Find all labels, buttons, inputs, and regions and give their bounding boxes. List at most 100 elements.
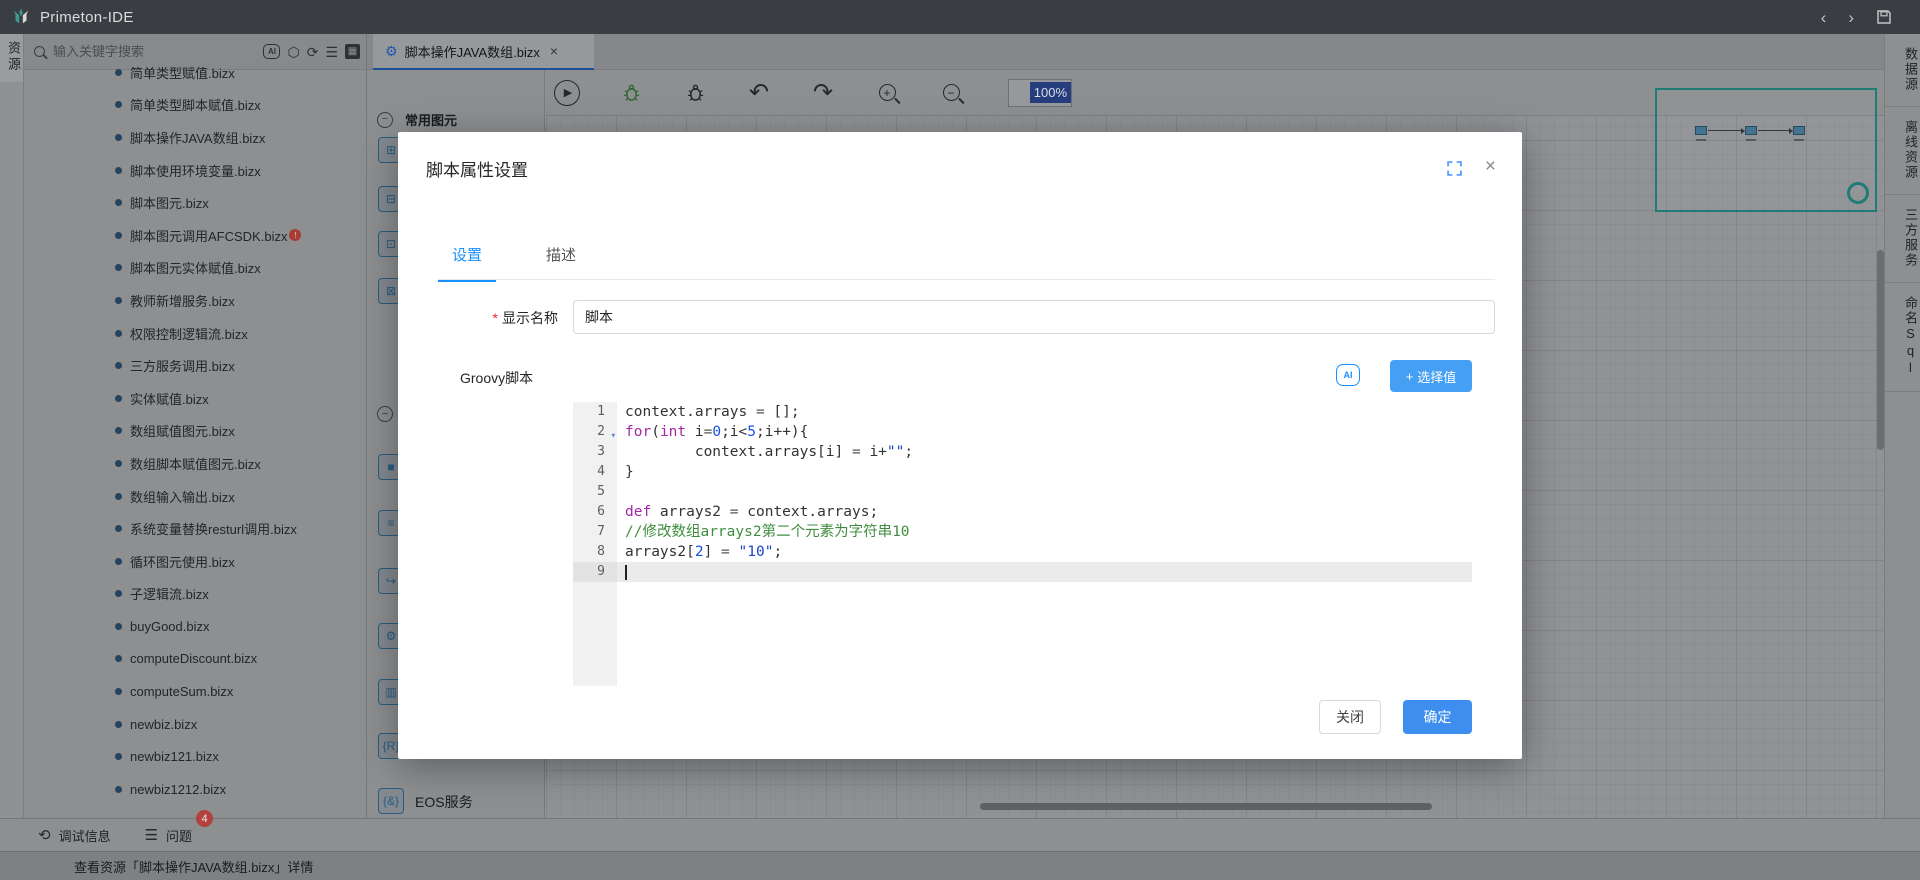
bullet-icon <box>115 231 122 239</box>
list-item[interactable]: 权限控制逻辑流.bizx <box>24 317 366 350</box>
list-item[interactable]: 脚本图元实体赋值.bizx <box>24 252 366 285</box>
list-item[interactable]: 系统变量替换resturl调用.bizx <box>24 512 366 545</box>
display-name-input[interactable] <box>573 300 1495 334</box>
code-text: for(int i=0;i<5;i++){ <box>617 422 1472 442</box>
list-item[interactable]: 简单类型脚本赋值.bizx <box>24 89 366 122</box>
list-item[interactable]: 数组赋值图元.bizx <box>24 415 366 448</box>
bullet-icon <box>115 655 122 663</box>
debug-info-button[interactable]: ⟲ 调试信息 <box>38 826 111 845</box>
code-text: def arrays2 = context.arrays; <box>617 502 1472 522</box>
required-mark: * <box>492 310 498 326</box>
left-rail: 资源 <box>0 34 24 818</box>
debug-run-icon[interactable] <box>618 80 644 106</box>
tab-script-java-array[interactable]: ⚙ 脚本操作JAVA数组.bizx × <box>373 34 594 70</box>
right-rail: 数据源 离线资源三方服务命名Sql <box>1884 34 1920 818</box>
list-item-label: newbiz121.bizx <box>130 749 219 765</box>
select-value-button[interactable]: + 选择值 <box>1390 360 1472 392</box>
tab-gear-icon: ⚙ <box>385 42 398 59</box>
code-line-6[interactable]: 6 def arrays2 = context.arrays; <box>573 502 1472 522</box>
bullet-icon <box>115 492 122 500</box>
display-name-label: 显示名称 <box>502 310 558 326</box>
right-rail-item-1[interactable]: 数据源 <box>1885 34 1920 107</box>
list-item[interactable]: 子逻辑流.bizx <box>24 578 366 611</box>
list-item[interactable]: newbiz121.bizx <box>24 740 366 773</box>
list-item[interactable]: 脚本操作JAVA数组.bizx <box>24 121 366 154</box>
right-rail-item-4[interactable]: 命名Sql <box>1885 283 1920 392</box>
right-rail-item-label: 三方服务 <box>1903 208 1918 268</box>
code-line-9[interactable]: 9 <box>573 562 1472 582</box>
dialog-title: 脚本属性设置 <box>426 161 528 180</box>
palette-tile-eos[interactable]: {&} <box>378 788 404 814</box>
rail-tab-resources[interactable]: 资源 <box>0 34 23 82</box>
status-text: 查看资源「脚本操作JAVA数组.bizx」详情 <box>74 859 314 875</box>
list-item-label: 循环图元使用.bizx <box>130 554 235 570</box>
undo-icon[interactable]: ↶ <box>746 79 772 106</box>
right-rail-item-label: 命名Sql <box>1903 296 1918 377</box>
line-number: 6 <box>573 502 617 522</box>
list-item[interactable]: 简单类型赋值.bizx <box>24 56 366 89</box>
list-item[interactable]: 实体赋值.bizx <box>24 382 366 415</box>
list-item-label: 数组脚本赋值图元.bizx <box>130 456 261 472</box>
bullet-icon <box>115 427 122 435</box>
problems-button[interactable]: ☰ 问题 <box>145 826 192 845</box>
list-item[interactable]: 脚本图元.bizx <box>24 186 366 219</box>
list-item[interactable]: computeSum.bizx <box>24 675 366 708</box>
zoom-in-icon[interactable]: + <box>874 80 900 106</box>
list-item[interactable]: 三方服务调用.bizx <box>24 349 366 382</box>
ok-button[interactable]: 确定 <box>1403 700 1472 734</box>
code-line-3[interactable]: 3 context.arrays[i] = i+""; <box>573 442 1472 462</box>
groovy-code-editor[interactable]: 1 context.arrays = []; 2 ▾ for(int i=0;i<5;i… <box>573 402 1472 686</box>
vertical-scrollbar[interactable] <box>1877 250 1884 450</box>
expand-icon[interactable] <box>1447 161 1462 181</box>
tab-settings[interactable]: 设置 <box>438 244 497 282</box>
text-cursor <box>625 564 627 580</box>
list-item[interactable]: 数组脚本赋值图元.bizx <box>24 447 366 480</box>
error-badge: ! <box>289 229 302 242</box>
ai-generate-icon[interactable]: AI <box>1336 364 1360 386</box>
list-item[interactable]: 数组输入输出.bizx <box>24 480 366 513</box>
nav-back-icon[interactable]: ‹ <box>1821 9 1827 26</box>
right-rail-item-2[interactable]: 离线资源 <box>1885 107 1920 195</box>
bullet-icon <box>115 785 122 793</box>
code-line-1[interactable]: 1 context.arrays = []; <box>573 402 1472 422</box>
script-properties-dialog: 脚本属性设置 × 设置 描述 *显示名称 Groovy脚本 AI + 选择值 1… <box>398 132 1522 759</box>
run-icon[interactable]: ▶ <box>554 79 580 106</box>
groovy-script-label: Groovy脚本 <box>460 370 534 386</box>
list-item[interactable]: 循环图元使用.bizx <box>24 545 366 578</box>
list-item[interactable]: computeDiscount.bizx <box>24 643 366 676</box>
list-item[interactable]: newbiz1212.bizx <box>24 773 366 804</box>
list-item[interactable]: 脚本使用环境变量.bizx <box>24 154 366 187</box>
zoom-out-icon[interactable]: − <box>938 80 964 106</box>
list-item[interactable]: buyGood.bizx <box>24 610 366 643</box>
save-icon[interactable] <box>1876 9 1892 25</box>
tab-description[interactable]: 描述 <box>532 244 590 282</box>
collapse-icon[interactable]: − <box>377 111 393 128</box>
palette-section-2[interactable]: − <box>377 406 393 422</box>
palette-section-common[interactable]: − 常用图元 <box>377 110 457 129</box>
tab-close-icon[interactable]: × <box>550 43 558 59</box>
list-item-label: 子逻辑流.bizx <box>130 587 209 603</box>
close-icon[interactable]: × <box>1485 156 1496 178</box>
minimap-zoom-handle[interactable] <box>1847 182 1869 204</box>
app-logo-icon <box>13 8 29 24</box>
collapse-icon[interactable]: − <box>377 406 393 422</box>
zoom-level-input[interactable]: 100% <box>1008 78 1072 107</box>
list-item[interactable]: newbiz.bizx <box>24 708 366 741</box>
canvas-minimap[interactable] <box>1655 88 1877 212</box>
right-rail-item-3[interactable]: 三方服务 <box>1885 195 1920 283</box>
code-line-5[interactable]: 5 <box>573 482 1472 502</box>
code-line-4[interactable]: 4} <box>573 462 1472 482</box>
redo-icon[interactable]: ↷ <box>810 79 836 106</box>
debug-icon[interactable] <box>682 80 708 106</box>
list-item[interactable]: 教师新增服务.bizx <box>24 284 366 317</box>
code-line-2[interactable]: 2 ▾ for(int i=0;i<5;i++){ <box>573 422 1472 442</box>
code-text: //修改数组arrays2第二个元素为字符串10 <box>617 522 1472 542</box>
line-number: 7 <box>573 522 617 542</box>
list-item[interactable]: 脚本图元调用AFCSDK.bizx! <box>24 219 366 252</box>
code-line-8[interactable]: 8 arrays2[2] = "10"; <box>573 542 1472 562</box>
code-line-7[interactable]: 7//修改数组arrays2第二个元素为字符串10 <box>573 522 1472 542</box>
code-text <box>617 482 1472 502</box>
horizontal-scrollbar[interactable] <box>980 803 1432 810</box>
close-button[interactable]: 关闭 <box>1319 700 1381 734</box>
nav-forward-icon[interactable]: › <box>1848 9 1854 26</box>
